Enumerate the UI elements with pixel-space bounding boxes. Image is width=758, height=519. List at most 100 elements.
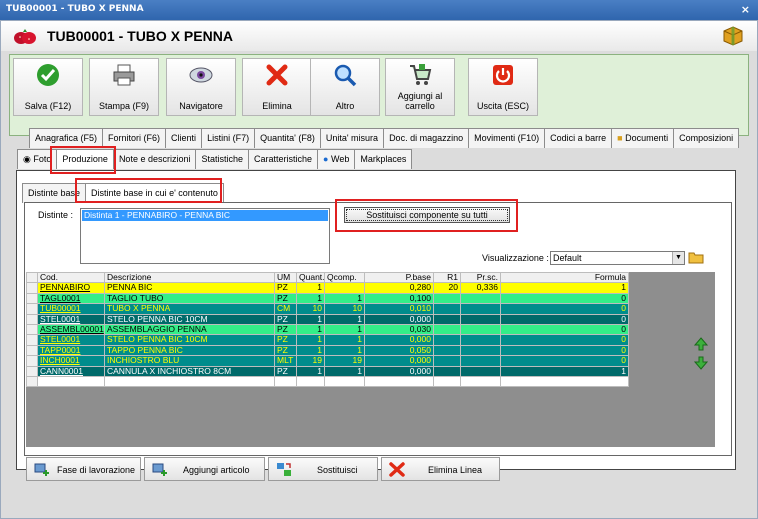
navigator-button[interactable]: Navigatore — [166, 58, 236, 116]
cell-quant: 19 — [296, 355, 325, 367]
package-icon[interactable] — [723, 26, 743, 46]
cell-formula: 1 — [500, 365, 629, 378]
cell-descrizione: TAPPO PENNA BIC — [104, 344, 275, 357]
cell-pbase: 0,100 — [364, 292, 434, 305]
cell-r1 — [433, 355, 461, 367]
tab-composizioni[interactable]: Composizioni — [673, 128, 740, 148]
cell-r1 — [433, 344, 461, 357]
visualizzazione-select[interactable]: Default ▼ — [550, 251, 685, 265]
empty-cell — [433, 376, 461, 388]
power-icon — [493, 65, 513, 85]
cell-descrizione: TUBO X PENNA — [104, 303, 275, 315]
column-header-pbase[interactable]: P.base — [364, 271, 434, 284]
move-up-icon[interactable] — [694, 337, 708, 351]
column-header-formula[interactable]: Formula — [500, 271, 629, 284]
move-down-icon[interactable] — [694, 356, 708, 370]
tab-note[interactable]: Note e descrizioni — [112, 149, 197, 169]
column-header-qcomp[interactable]: Qcomp. — [324, 271, 365, 284]
empty-cell — [324, 376, 365, 388]
cell-r1 — [433, 334, 461, 346]
cell-quant: 1 — [296, 365, 325, 378]
table-row[interactable]: PENNABIRO PENNA BIC PZ 1 0,280 20 0,336 1 — [26, 282, 629, 294]
table-row[interactable]: STEL0001 STELO PENNA BIC 10CM PZ 1 1 0,000 0 — [26, 334, 629, 346]
table-row[interactable]: TUB00001 TUBO X PENNA CM 10 10 0,010 0 — [26, 303, 629, 315]
table-row-empty[interactable] — [26, 376, 629, 388]
cell-prsc — [460, 313, 501, 326]
add-to-cart-button[interactable]: Aggiungi al carrello — [385, 58, 455, 116]
column-header-r1[interactable]: R1 — [433, 271, 461, 284]
table-row[interactable]: STEL0001 STELO PENNA BIC 10CM PZ 1 1 0,000 0 — [26, 313, 629, 326]
tab-fornitori[interactable]: Fornitori (F6) — [102, 128, 167, 148]
add-item-button[interactable]: Aggiungi articolo — [144, 457, 265, 481]
tab-statistiche[interactable]: Statistiche — [195, 149, 250, 169]
delete-button[interactable]: Elimina — [242, 58, 312, 116]
delete-line-button[interactable]: Elimina Linea — [381, 457, 500, 481]
empty-cell — [274, 376, 297, 388]
empty-cell — [26, 376, 38, 388]
folder-icon[interactable] — [688, 250, 704, 265]
cell-cod[interactable]: INCH0001 — [37, 355, 105, 367]
cell-cod[interactable]: ASSEMBL00001 — [37, 324, 105, 336]
cell-qcomp: 1 — [324, 344, 365, 357]
cell-cod[interactable]: CANN0001 — [37, 365, 105, 378]
grid-row-indicator — [26, 292, 38, 305]
cell-quant: 1 — [296, 344, 325, 357]
cell-cod[interactable]: STEL0001 — [37, 313, 105, 326]
add-phase-button[interactable]: Fase di lavorazione — [26, 457, 141, 481]
grid-row-indicator — [26, 303, 38, 315]
more-button[interactable]: Altro — [310, 58, 380, 116]
exit-button[interactable]: Uscita (ESC) — [468, 58, 538, 116]
close-icon[interactable]: × — [741, 3, 750, 16]
column-header-um[interactable]: UM — [274, 271, 297, 284]
tab-doc-magazzino[interactable]: Doc. di magazzino — [383, 128, 470, 148]
tab-anagrafica[interactable]: Anagrafica (F5) — [29, 128, 104, 148]
chevron-down-icon[interactable]: ▼ — [672, 252, 684, 264]
empty-cell — [104, 376, 275, 388]
table-row[interactable]: ASSEMBL00001 ASSEMBLAGGIO PENNA PZ 1 1 0,030 0 — [26, 324, 629, 336]
column-header-quant[interactable]: Quant. — [296, 271, 325, 284]
tab-web[interactable]: ● Web — [317, 149, 356, 169]
cell-um: PZ — [274, 324, 297, 336]
cell-qcomp: 19 — [324, 355, 365, 367]
save-button[interactable]: Salva (F12) — [13, 58, 83, 116]
tab-movimenti[interactable]: Movimenti (F10) — [468, 128, 546, 148]
distinte-selected-item[interactable]: Distinta 1 - PENNABIRO - PENNA BIC — [82, 210, 328, 221]
cell-formula: 0 — [500, 303, 629, 315]
column-header-cod[interactable]: Cod. — [37, 271, 105, 284]
cell-quant: 1 — [296, 292, 325, 305]
distinte-list[interactable]: Distinta 1 - PENNABIRO - PENNA BIC — [80, 208, 330, 264]
table-row[interactable]: TAGL0001 TAGLIO TUBO PZ 1 1 0,100 0 — [26, 292, 629, 305]
folder-icon: ■ — [617, 133, 623, 143]
table-row[interactable]: CANN0001 CANNULA X INCHIOSTRO 8CM PZ 1 1 0,00… — [26, 365, 629, 378]
tab-unita-misura[interactable]: Unita' misura — [319, 128, 385, 148]
grid-row-indicator-header — [26, 271, 38, 284]
column-header-descrizione[interactable]: Descrizione — [104, 271, 275, 284]
tab-clienti[interactable]: Clienti — [165, 128, 203, 148]
cell-cod[interactable]: STEL0001 — [37, 334, 105, 346]
globe-icon: ● — [323, 154, 329, 164]
column-header-prsc[interactable]: Pr.sc. — [460, 271, 501, 284]
print-button[interactable]: Stampa (F9) — [89, 58, 159, 116]
cell-cod[interactable]: TAPP0001 — [37, 344, 105, 357]
cell-um: PZ — [274, 365, 297, 378]
tab-quantita[interactable]: Quantita' (F8) — [254, 128, 321, 148]
cell-quant: 1 — [296, 282, 325, 294]
tab-caratteristiche[interactable]: Caratteristiche — [248, 149, 319, 169]
table-row[interactable]: INCH0001 INCHIOSTRO BLU MLT 19 19 0,000 0 — [26, 355, 629, 367]
tab-listini[interactable]: Listini (F7) — [201, 128, 256, 148]
cell-um: MLT — [274, 355, 297, 367]
cell-cod[interactable]: PENNABIRO — [37, 282, 105, 294]
tab-documenti[interactable]: ■ Documenti — [611, 128, 675, 148]
highlight-produzione — [50, 146, 116, 174]
table-row[interactable]: TAPP0001 TAPPO PENNA BIC PZ 1 1 0,050 0 — [26, 344, 629, 357]
cell-r1: 20 — [433, 282, 461, 294]
tab-codici-barre[interactable]: Codici a barre — [544, 128, 613, 148]
cell-descrizione: STELO PENNA BIC 10CM — [104, 334, 275, 346]
grid-row-indicator — [26, 344, 38, 357]
cell-cod[interactable]: TUB00001 — [37, 303, 105, 315]
cell-cod[interactable]: TAGL0001 — [37, 292, 105, 305]
replace-button[interactable]: Sostituisci — [268, 457, 378, 481]
cell-pbase: 0,010 — [364, 303, 434, 315]
empty-cell — [296, 376, 325, 388]
tab-markplaces[interactable]: Markplaces — [354, 149, 413, 169]
